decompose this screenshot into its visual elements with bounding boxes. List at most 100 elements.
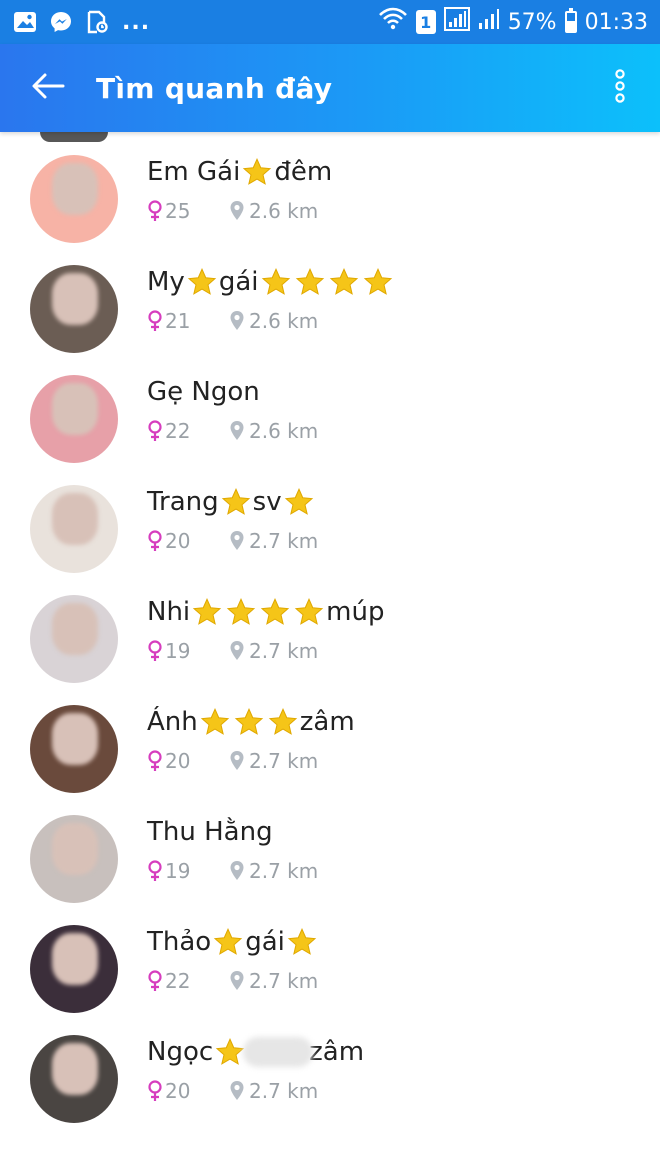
status-bar: ... 1 57% 01:33: [0, 0, 660, 44]
distance-value: 2.7 km: [249, 639, 319, 663]
person-name: Thu Hằng: [147, 814, 318, 850]
gender-age: 25: [147, 199, 229, 223]
name-text: Thu Hằng: [147, 817, 273, 847]
blurred-face: [52, 713, 98, 765]
distance: 2.7 km: [229, 859, 318, 883]
avatar[interactable]: [30, 375, 118, 463]
name-text: Thảo: [147, 927, 212, 957]
distance: 2.7 km: [229, 969, 318, 993]
name-text: Ánh: [147, 707, 198, 737]
female-icon: [148, 750, 162, 771]
distance-value: 2.7 km: [249, 749, 319, 773]
avatar[interactable]: [30, 155, 118, 243]
blurred-text: [243, 1037, 314, 1067]
star-icon: [287, 928, 317, 955]
signal-sim1-icon: [443, 7, 470, 37]
star-icon: [226, 598, 256, 625]
female-icon: [148, 420, 162, 441]
name-text: zâm: [309, 1037, 365, 1067]
age: 20: [165, 1079, 191, 1103]
distance-value: 2.6 km: [249, 419, 319, 443]
person-row[interactable]: Ngọc zâm 20 2.7 km: [0, 1024, 660, 1134]
avatar[interactable]: [30, 265, 118, 353]
name-text: múp: [326, 597, 385, 627]
star-icon: [363, 268, 392, 295]
female-icon: [148, 530, 162, 551]
age: 25: [165, 199, 191, 223]
signal-sim2-icon: [478, 8, 500, 36]
gallery-icon: [12, 9, 38, 35]
nearby-people-list[interactable]: Em Gái đêm 25 2.6 km My gái 21 2.6 km Gẹ Ngon 22 2…: [0, 132, 660, 1173]
star-icon: [213, 928, 243, 955]
person-row[interactable]: Em Gái đêm 25 2.6 km: [0, 144, 660, 254]
person-meta: 25 2.6 km: [147, 199, 332, 223]
distance: 2.7 km: [229, 529, 318, 553]
app-bar: Tìm quanh đây: [0, 44, 660, 132]
star-icon: [261, 268, 290, 295]
messenger-icon: [48, 9, 74, 35]
blurred-face: [52, 603, 98, 655]
star-icon: [215, 1038, 245, 1065]
location-pin-icon: [230, 531, 244, 550]
gender-age: 22: [147, 419, 229, 443]
name-text: zâm: [299, 707, 355, 737]
name-text: Nhi: [147, 597, 191, 627]
female-icon: [148, 1080, 162, 1101]
clock: 01:33: [584, 9, 648, 35]
name-text: Ngọc: [147, 1037, 214, 1067]
female-icon: [148, 860, 162, 881]
person-row[interactable]: Nhi múp 19 2.7 km: [0, 584, 660, 694]
avatar[interactable]: [30, 925, 118, 1013]
person-row[interactable]: Trang sv 20 2.7 km: [0, 474, 660, 584]
back-button[interactable]: [0, 44, 96, 132]
person-meta: 22 2.7 km: [147, 969, 319, 993]
avatar[interactable]: [30, 1035, 118, 1123]
person-row[interactable]: Thảo gái 22 2.7 km: [0, 914, 660, 1024]
person-name: Nhi múp: [147, 594, 384, 630]
battery-percent: 57%: [507, 9, 557, 35]
distance-value: 2.6 km: [249, 199, 319, 223]
person-row[interactable]: Gẹ Ngon 22 2.6 km: [0, 364, 660, 474]
avatar[interactable]: [30, 595, 118, 683]
age: 22: [165, 419, 191, 443]
distance: 2.7 km: [229, 1079, 318, 1103]
name-text: Em Gái: [147, 157, 241, 187]
distance-value: 2.7 km: [249, 859, 319, 883]
avatar[interactable]: [30, 485, 118, 573]
person-row[interactable]: Ánh zâm 20 2.7 km: [0, 694, 660, 804]
gender-age: 20: [147, 529, 229, 553]
person-meta: 22 2.6 km: [147, 419, 318, 443]
person-meta: 21 2.6 km: [147, 309, 395, 333]
gender-age: 19: [147, 639, 229, 663]
person-row[interactable]: Thu Hằng 19 2.7 km: [0, 804, 660, 914]
page-title: Tìm quanh đây: [96, 71, 333, 105]
more-options-button[interactable]: [580, 44, 660, 132]
distance: 2.7 km: [229, 749, 318, 773]
arrow-left-icon: [31, 72, 65, 104]
person-row[interactable]: My gái 21 2.6 km: [0, 254, 660, 364]
avatar[interactable]: [30, 705, 118, 793]
age: 22: [165, 969, 191, 993]
star-icon: [329, 268, 358, 295]
person-name: Trang sv: [147, 484, 318, 520]
star-icon: [284, 488, 313, 515]
star-icon: [221, 488, 250, 515]
star-icon: [192, 598, 222, 625]
person-meta: 20 2.7 km: [147, 749, 355, 773]
distance-value: 2.7 km: [249, 969, 319, 993]
avatar[interactable]: [30, 815, 118, 903]
note-icon: [84, 9, 110, 35]
distance: 2.6 km: [229, 199, 318, 223]
distance-value: 2.6 km: [249, 309, 319, 333]
location-pin-icon: [230, 861, 244, 880]
person-name: Em Gái đêm: [147, 154, 332, 190]
location-pin-icon: [230, 641, 244, 660]
name-text: My: [147, 267, 185, 297]
location-pin-icon: [230, 311, 244, 330]
distance-value: 2.7 km: [249, 529, 319, 553]
gender-age: 22: [147, 969, 229, 993]
blurred-face: [52, 823, 98, 875]
star-icon: [187, 268, 217, 295]
female-icon: [148, 640, 162, 661]
blurred-face: [52, 273, 98, 325]
